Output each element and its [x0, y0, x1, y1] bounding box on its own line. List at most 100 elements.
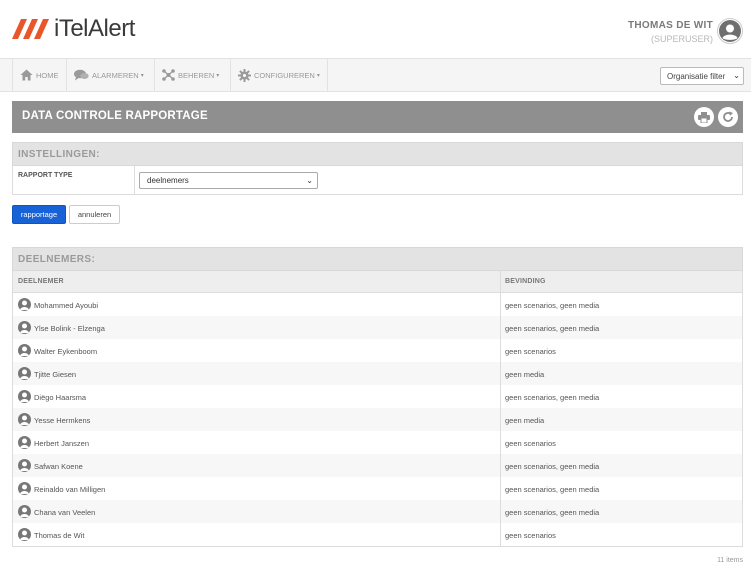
participant-name: Safwan Koene: [34, 462, 83, 471]
settings-heading: INSTELLINGEN:: [18, 149, 100, 160]
table-row[interactable]: Walter Eykenboom geen scenarios: [13, 339, 742, 362]
person-icon: [18, 390, 31, 403]
participant-finding: geen scenarios, geen media: [505, 485, 600, 494]
person-icon: [18, 298, 31, 311]
participant-finding: geen scenarios, geen media: [505, 462, 600, 471]
participant-finding: geen scenarios, geen media: [505, 324, 600, 333]
column-divider: [500, 271, 501, 292]
table-row[interactable]: Yesse Hermkens geen media: [13, 408, 742, 431]
participant-name: Reinaldo van Milligen: [34, 485, 106, 494]
nav-configureren-label: CONFIGUREREN: [254, 70, 315, 80]
network-icon: [162, 69, 175, 81]
participant-name: Herbert Janszen: [34, 439, 90, 448]
chevron-down-icon: ⌄: [733, 71, 740, 80]
results-heading: DEELNEMERS:: [18, 254, 96, 265]
column-divider: [500, 362, 501, 385]
person-icon: [18, 459, 31, 472]
participant-finding: geen scenarios, geen media: [505, 393, 600, 402]
person-icon: [18, 505, 31, 518]
print-icon: [698, 111, 710, 123]
nav-home[interactable]: HOME: [12, 59, 66, 91]
top-header: iTelAlert THOMAS DE WIT (SUPERUSER): [0, 0, 751, 58]
participant-name: Ylse Bolink - Elzenga: [34, 324, 105, 333]
logo-mark-icon: [12, 19, 49, 39]
logo-text: iTelAlert: [54, 15, 135, 42]
participant-name: Yesse Hermkens: [34, 416, 91, 425]
table-row[interactable]: Ylse Bolink - Elzenga geen scenarios, gee…: [13, 316, 742, 339]
page-title: DATA CONTROLE RAPPORTAGE: [22, 110, 208, 122]
rapportage-button[interactable]: rapportage: [12, 205, 66, 224]
report-type-row: RAPPORT TYPE deelnemers ⌄: [12, 166, 743, 195]
participants-table: DEELNEMER BEVINDING Mohammed Ayoubi geen …: [12, 271, 743, 547]
chevron-down-icon: ▾: [216, 72, 220, 79]
participant-finding: geen media: [505, 416, 545, 425]
column-divider: [500, 385, 501, 408]
gear-icon: [238, 68, 251, 82]
settings-panel-heading: INSTELLINGEN:: [12, 142, 743, 166]
column-header-bevinding[interactable]: BEVINDING: [505, 278, 546, 285]
main-navbar: HOME ALARMEREN ▾ BEHEREN ▾ CONFIGUREREN …: [0, 58, 751, 92]
user-info[interactable]: THOMAS DE WIT (SUPERUSER): [628, 20, 713, 44]
logo[interactable]: iTelAlert: [12, 15, 135, 42]
column-divider: [500, 293, 501, 316]
nav-beheren[interactable]: BEHEREN ▾: [154, 59, 226, 91]
nav-configureren[interactable]: CONFIGUREREN ▾: [230, 59, 328, 91]
column-divider: [500, 500, 501, 523]
table-header: DEELNEMER BEVINDING: [13, 271, 742, 293]
person-icon: [18, 528, 31, 541]
column-divider: [500, 339, 501, 362]
participant-finding: geen scenarios, geen media: [505, 508, 600, 517]
person-icon: [18, 436, 31, 449]
person-icon: [18, 344, 31, 357]
refresh-button[interactable]: [718, 107, 738, 127]
person-icon: [18, 413, 31, 426]
participant-finding: geen scenarios: [505, 347, 556, 356]
annuleren-button[interactable]: annuleren: [69, 205, 120, 224]
person-icon: [18, 482, 31, 495]
column-divider: [500, 477, 501, 500]
report-type-select[interactable]: deelnemers ⌄: [139, 172, 318, 189]
participant-name: Walter Eykenboom: [34, 347, 98, 356]
participant-name: Chana van Veelen: [34, 508, 96, 517]
print-button[interactable]: [694, 107, 714, 127]
table-row[interactable]: Chana van Veelen geen scenarios, geen med…: [13, 500, 742, 523]
participant-name: Thomas de Wit: [34, 531, 85, 540]
participant-finding: geen media: [505, 370, 545, 379]
avatar[interactable]: [717, 18, 743, 44]
chevron-down-icon: ▾: [316, 72, 320, 79]
table-row[interactable]: Herbert Janszen geen scenarios: [13, 431, 742, 454]
chat-icon: [74, 69, 89, 81]
participant-name: Tjitte Giesen: [34, 370, 77, 379]
column-divider: [500, 316, 501, 339]
person-icon: [18, 321, 31, 334]
participant-finding: geen scenarios: [505, 439, 556, 448]
nav-alarmeren[interactable]: ALARMEREN ▾: [66, 59, 151, 91]
refresh-icon: [723, 111, 733, 122]
home-icon: [20, 69, 33, 81]
nav-alarmeren-label: ALARMEREN: [92, 70, 139, 80]
user-role: (SUPERUSER): [650, 34, 713, 44]
table-row[interactable]: Thomas de Wit geen scenarios: [13, 523, 742, 546]
column-divider: [500, 408, 501, 431]
column-divider: [500, 431, 501, 454]
organisation-filter-select[interactable]: Organisatie filter ⌄: [660, 67, 744, 85]
nav-home-label: HOME: [36, 70, 59, 80]
participant-finding: geen scenarios: [505, 531, 556, 540]
table-row[interactable]: Tjitte Giesen geen media: [13, 362, 742, 385]
user-name: THOMAS DE WIT: [627, 20, 713, 31]
column-divider: [500, 523, 501, 546]
results-panel-heading: DEELNEMERS:: [12, 247, 743, 271]
report-type-value: deelnemers: [147, 176, 189, 185]
report-type-label: RAPPORT TYPE: [18, 172, 73, 179]
user-icon: [719, 20, 741, 42]
items-count: 11 items: [717, 557, 743, 564]
table-row[interactable]: Mohammed Ayoubi geen scenarios, geen medi…: [13, 293, 742, 316]
chevron-down-icon: ⌄: [306, 176, 313, 185]
table-row[interactable]: Diëgo Haarsma geen scenarios, geen media: [13, 385, 742, 408]
table-row[interactable]: Safwan Koene geen scenarios, geen media: [13, 454, 742, 477]
participant-name: Mohammed Ayoubi: [34, 301, 99, 310]
table-row[interactable]: Reinaldo van Milligen geen scenarios, gee…: [13, 477, 742, 500]
column-header-deelnemer[interactable]: DEELNEMER: [18, 278, 64, 285]
chevron-down-icon: ▾: [140, 72, 144, 79]
divider: [134, 166, 135, 194]
